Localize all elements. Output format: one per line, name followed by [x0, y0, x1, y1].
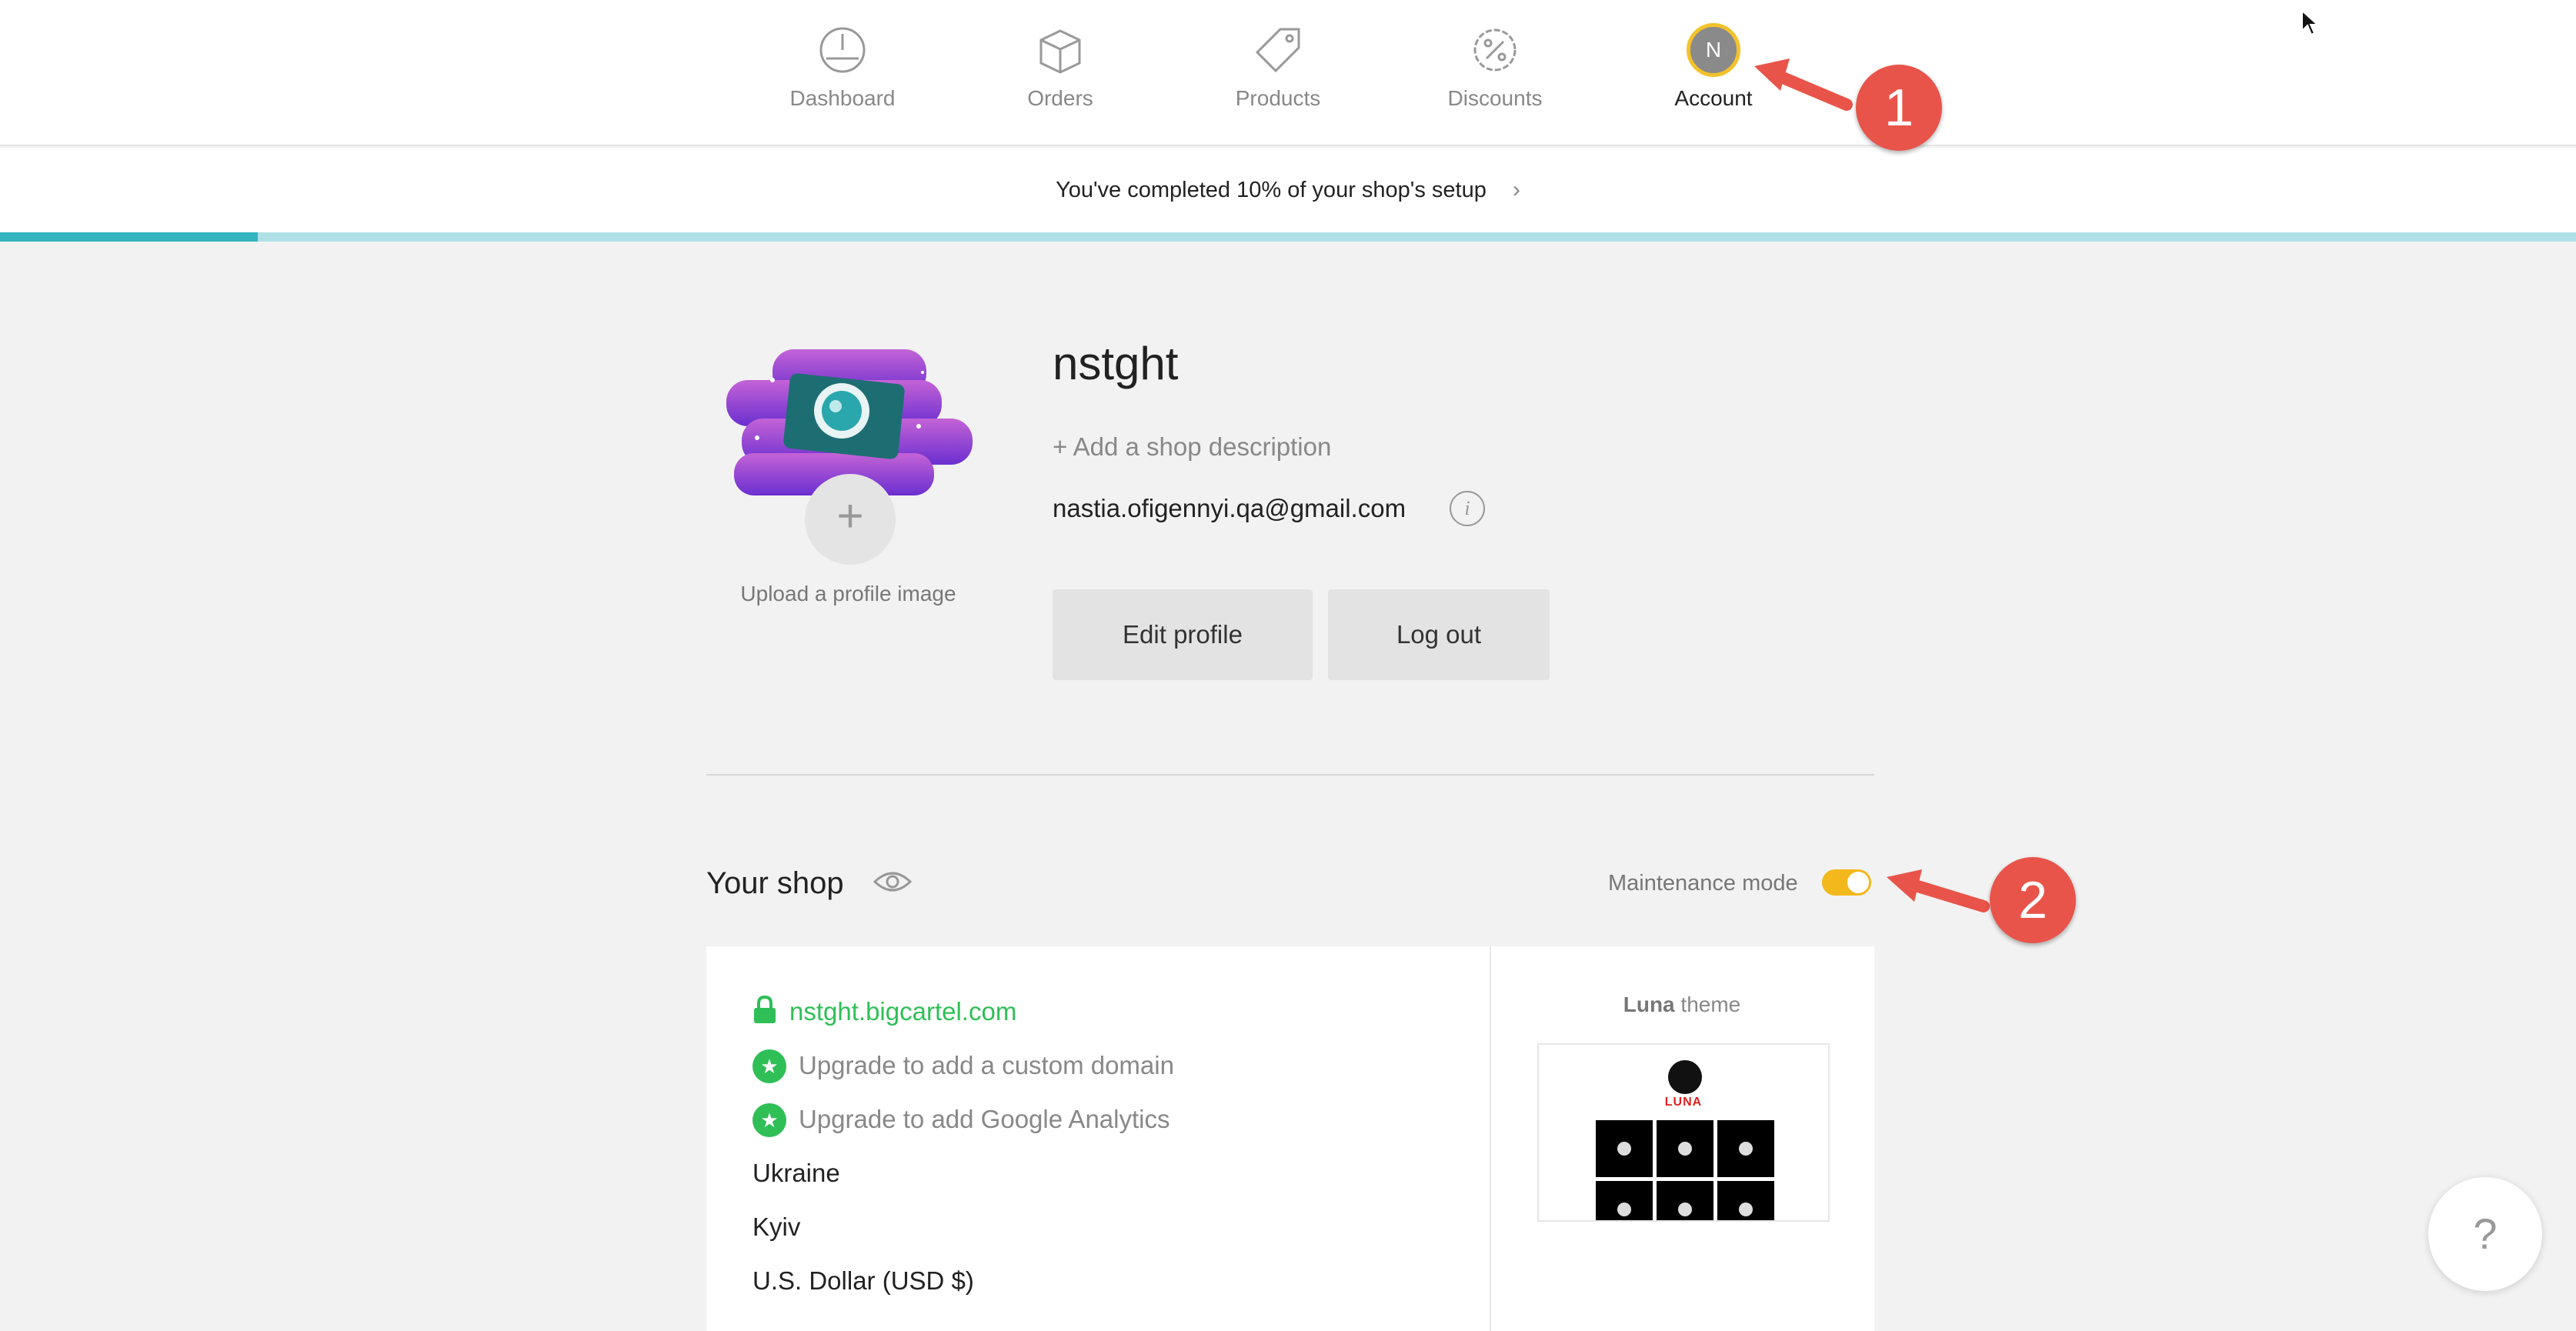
theme-name: Luna — [1623, 992, 1675, 1016]
theme-label: Luna theme — [1490, 992, 1874, 1017]
upload-profile-image-label[interactable]: Upload a profile image — [716, 582, 981, 606]
chevron-right-icon: › — [1512, 177, 1520, 202]
upgrade-google-analytics-link[interactable]: Upgrade to add Google Analytics — [799, 1105, 1170, 1134]
setup-progress-bar — [0, 232, 2576, 242]
maintenance-mode-label: Maintenance mode — [1608, 871, 1798, 896]
star-icon: ★ — [752, 1103, 786, 1137]
theme-preview-tile — [1717, 1120, 1774, 1177]
account-email: nastia.ofigennyi.qa@gmail.com — [1053, 494, 1406, 522]
shop-name: nstght — [1053, 338, 1179, 389]
nav-account-label: Account — [1674, 86, 1753, 110]
theme-preview-thumbnail[interactable]: LUNA — [1537, 1043, 1830, 1222]
help-button[interactable]: ? — [2428, 1177, 2542, 1291]
mouse-cursor-icon — [2301, 9, 2319, 36]
theme-preview-tile — [1596, 1120, 1653, 1177]
upgrade-custom-domain-link[interactable]: Upgrade to add a custom domain — [799, 1051, 1174, 1080]
nav-products[interactable]: Products — [1186, 23, 1370, 111]
nav-orders-label: Orders — [1027, 86, 1093, 110]
add-shop-description-link[interactable]: + Add a shop description — [1053, 432, 1331, 462]
theme-preview-grid — [1596, 1120, 1774, 1220]
annotation-badge-1: 1 — [1856, 65, 1942, 151]
theme-preview-tile — [1596, 1181, 1653, 1220]
annotation-badge-2: 2 — [1990, 857, 2076, 943]
maintenance-mode-toggle[interactable] — [1822, 869, 1871, 896]
toggle-knob — [1847, 872, 1869, 893]
shop-url-link[interactable]: nstght.bigcartel.com — [789, 997, 1016, 1026]
orders-box-icon — [1039, 29, 1081, 74]
dashboard-gauge-icon — [819, 27, 866, 73]
nav-discounts-label: Discounts — [1447, 86, 1543, 110]
setup-banner[interactable]: You've completed 10% of your shop's setu… — [0, 148, 2576, 232]
edit-profile-button[interactable]: Edit profile — [1053, 589, 1313, 680]
setup-banner-content: You've completed 10% of your shop's setu… — [0, 177, 2576, 203]
nav-products-label: Products — [1235, 86, 1321, 110]
setup-progress-text: You've completed 10% of your shop's setu… — [1056, 178, 1487, 202]
lock-icon — [754, 996, 776, 1023]
annotation-arrow-2 — [1887, 869, 1990, 912]
star-icon: ★ — [752, 1049, 786, 1083]
section-divider — [706, 774, 1874, 776]
luna-logo-text: LUNA — [1664, 1096, 1703, 1109]
theme-preview-tile — [1717, 1181, 1774, 1220]
top-navigation: Dashboard Orders Products Discounts N Ac… — [0, 0, 2576, 146]
setup-progress-fill — [0, 232, 258, 242]
nav-dashboard[interactable]: Dashboard — [750, 23, 935, 111]
nav-dashboard-label: Dashboard — [789, 86, 896, 110]
annotation-arrow-1 — [1754, 58, 1853, 111]
discounts-percent-icon — [1473, 28, 1517, 72]
your-shop-heading: Your shop — [706, 866, 844, 900]
eye-icon[interactable] — [873, 866, 913, 897]
shop-currency: U.S. Dollar (USD $) — [752, 1266, 974, 1295]
theme-preview-tile — [1657, 1181, 1713, 1220]
theme-suffix: theme — [1674, 992, 1741, 1016]
nav-orders[interactable]: Orders — [968, 23, 1153, 111]
upload-profile-image-button[interactable]: + — [805, 474, 896, 565]
theme-preview-tile — [1657, 1120, 1713, 1177]
account-avatar: N — [1687, 23, 1740, 77]
luna-logo-icon — [1668, 1060, 1702, 1094]
shop-city: Kyiv — [752, 1213, 801, 1241]
log-out-button[interactable]: Log out — [1328, 589, 1550, 680]
nav-discounts[interactable]: Discounts — [1403, 23, 1587, 111]
shop-country: Ukraine — [752, 1159, 840, 1187]
products-tag-icon — [1255, 28, 1300, 73]
info-icon[interactable]: i — [1450, 491, 1485, 526]
